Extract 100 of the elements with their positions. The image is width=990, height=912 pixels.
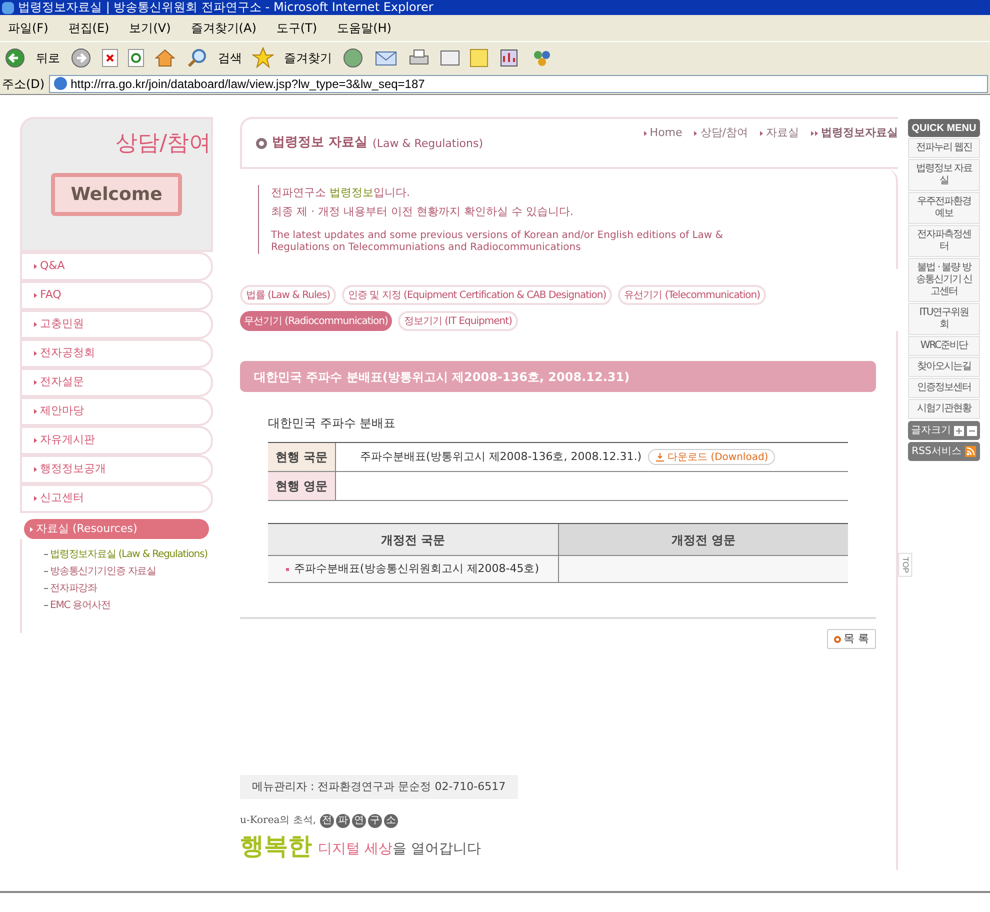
font-size-label: 글자크기	[911, 424, 951, 438]
chevron-icon	[760, 130, 763, 136]
address-field[interactable]: http://rra.go.kr/join/databoard/law/view.jsp?lw_type=3&lw_seq=187	[48, 74, 988, 92]
breadcrumb-link[interactable]: 자료실	[760, 125, 799, 142]
breadcrumb-link[interactable]: 상담/참여	[694, 125, 748, 142]
article-title-bar: 대한민국 주파수 분배표(방통위고시 제2008-136호, 2008.12.31)	[240, 361, 876, 392]
page-heading: 법령정보 자료실	[272, 134, 368, 152]
printer-icon[interactable]	[408, 48, 430, 68]
stop-icon[interactable]	[102, 48, 118, 66]
bullet-icon	[286, 568, 289, 570]
sidebar-item[interactable]: 자료실 (Resources)	[24, 519, 209, 539]
menu-item[interactable]: 도구(T)	[276, 19, 318, 37]
quick-menu-item[interactable]: 전자파측정센터	[908, 225, 980, 257]
sidebar-item[interactable]: 행정정보공개	[20, 455, 213, 484]
row-header: 현행 국문	[268, 443, 336, 471]
dash-icon	[44, 571, 48, 572]
breadcrumb-link[interactable]: Home	[644, 125, 682, 142]
dash-icon	[44, 588, 48, 589]
window-title: 법령정보자료실 | 방송통신위원회 전파연구소 - Microsoft Internet Explorer	[18, 0, 434, 15]
intro-text: 최종 제 · 개정 내용부터 이전 현황까지 확인하실 수 있습니다.	[271, 204, 574, 220]
chevron-icon	[34, 293, 37, 298]
quick-menu-item[interactable]: WRC준비단	[908, 336, 980, 356]
chevron-icon	[34, 438, 37, 443]
breadcrumb-link[interactable]: 법령정보자료실	[811, 125, 898, 142]
menu-item[interactable]: 도움말(H)	[337, 19, 392, 37]
category-tab[interactable]: 유선기기 (Telecommunication)	[618, 285, 766, 305]
menu-item[interactable]: 즐겨찾기(A)	[190, 19, 256, 37]
quick-menu-title: QUICK MENU	[908, 119, 980, 137]
chart-icon[interactable]	[498, 48, 520, 68]
sidebar-subitem[interactable]: 방송통신기기인증 자료실	[44, 564, 213, 579]
search-button[interactable]: 검색	[218, 48, 242, 66]
menu-item[interactable]: 파일(F)	[8, 19, 48, 37]
menu-item[interactable]: 보기(V)	[129, 19, 171, 37]
sidebar-subitem[interactable]: 전자파강좌	[44, 581, 213, 596]
sidebar-item[interactable]: 자유게시판	[20, 426, 213, 455]
home-icon[interactable]	[154, 48, 176, 68]
sidebar-item[interactable]: 고충민원	[20, 310, 213, 339]
quick-menu-item[interactable]: 불법 · 불량 방송통신기기 신고센터	[908, 258, 980, 302]
sidebar-subitem[interactable]: 법령정보자료실 (Law & Regulations)	[44, 547, 213, 562]
ie-icon	[2, 2, 14, 14]
section-title: 상담/참여	[116, 130, 211, 158]
refresh-icon[interactable]	[128, 48, 144, 66]
quick-menu-item[interactable]: 전파누리 웹진	[908, 138, 980, 158]
download-button[interactable]: 다운로드 (Download)	[648, 449, 776, 465]
article-subtitle: 대한민국 주파수 분배표	[268, 415, 397, 432]
logo-badge: 연	[352, 814, 366, 828]
column-header: 개정전 국문	[268, 524, 559, 555]
welcome-sign: Welcome	[50, 173, 182, 216]
logo-badge: 파	[336, 814, 350, 828]
rss-button[interactable]: RSS서비스	[908, 442, 980, 461]
quick-menu-item[interactable]: 시험기관현황	[908, 399, 980, 419]
star-icon[interactable]	[252, 46, 274, 68]
sidebar-item[interactable]: Q&A	[20, 252, 213, 281]
sidebar-subitem[interactable]: EMC 용어사전	[44, 598, 213, 613]
menu-item[interactable]: 편집(E)	[68, 19, 110, 37]
search-icon[interactable]	[186, 46, 208, 68]
quick-menu-item[interactable]: 법령정보 자료실	[908, 159, 980, 191]
intro-english: The latest updates and some previous versions of Korean and/or English editions of Law & Regulations on Telecommuniations and Radiocommunications	[271, 230, 724, 254]
sidebar-item[interactable]: 전자공청회	[20, 339, 213, 368]
sidebar-item[interactable]: FAQ	[20, 281, 213, 310]
category-tab[interactable]: 정보기기 (IT Equipment)	[398, 311, 518, 331]
chevron-icon	[644, 130, 647, 136]
category-tab[interactable]: 법률 (Law & Rules)	[240, 285, 336, 305]
url-text: http://rra.go.kr/join/databoard/law/view.jsp?lw_type=3&lw_seq=187	[70, 76, 425, 92]
chevron-icon	[34, 322, 37, 327]
quick-menu-item[interactable]: ITU연구위원회	[908, 303, 980, 335]
chevron-icon	[34, 264, 37, 269]
back-button[interactable]: 뒤로	[36, 48, 60, 66]
category-tab[interactable]: 무선기기 (Radiocommunication)	[240, 311, 392, 331]
minus-icon[interactable]	[967, 426, 977, 436]
list-button[interactable]: 목 록	[826, 629, 876, 649]
row-header: 현행 영문	[268, 472, 336, 500]
sidebar-item[interactable]: 제안마당	[20, 397, 213, 426]
column-header: 개정전 영문	[559, 524, 848, 555]
logo-badge: 소	[384, 814, 398, 828]
address-label: 주소(D)	[2, 76, 45, 92]
quick-menu-item[interactable]: 찾아오시는길	[908, 357, 980, 377]
dash-icon	[44, 554, 48, 555]
logo-badge: 전	[320, 814, 334, 828]
chevron-icon	[34, 380, 37, 385]
dash-icon	[44, 605, 48, 606]
slogan-text: u-Korea의 초석,	[240, 814, 316, 828]
plus-icon[interactable]	[954, 426, 964, 436]
chevron-icon	[34, 351, 37, 356]
slogan-text: 디지털 세상을 열어갑니다	[318, 840, 481, 859]
chevron-icon	[30, 526, 33, 532]
quick-menu-item[interactable]: 우주전파환경예보	[908, 192, 980, 224]
category-tab[interactable]: 인증 및 지정 (Equipment Certification & CAB Designation)	[342, 285, 612, 305]
top-button[interactable]: TOP	[898, 552, 912, 578]
favorites-button[interactable]: 즐겨찾기	[284, 48, 332, 66]
intro-text: 전파연구소 법령정보입니다.	[271, 185, 411, 201]
logo-badge: 구	[368, 814, 382, 828]
quick-menu-item[interactable]: 인증정보센터	[908, 378, 980, 398]
sidebar-item[interactable]: 신고센터	[20, 484, 213, 513]
slogan-big: 행복한	[240, 831, 312, 862]
chevron-icon	[34, 496, 37, 501]
table-cell-text: 주파수분배표(방통위고시 제2008-136호, 2008.12.31.)	[360, 448, 642, 465]
note-icon[interactable]	[470, 48, 488, 66]
ring-icon	[256, 138, 267, 148]
sidebar-item[interactable]: 전자설문	[20, 368, 213, 397]
